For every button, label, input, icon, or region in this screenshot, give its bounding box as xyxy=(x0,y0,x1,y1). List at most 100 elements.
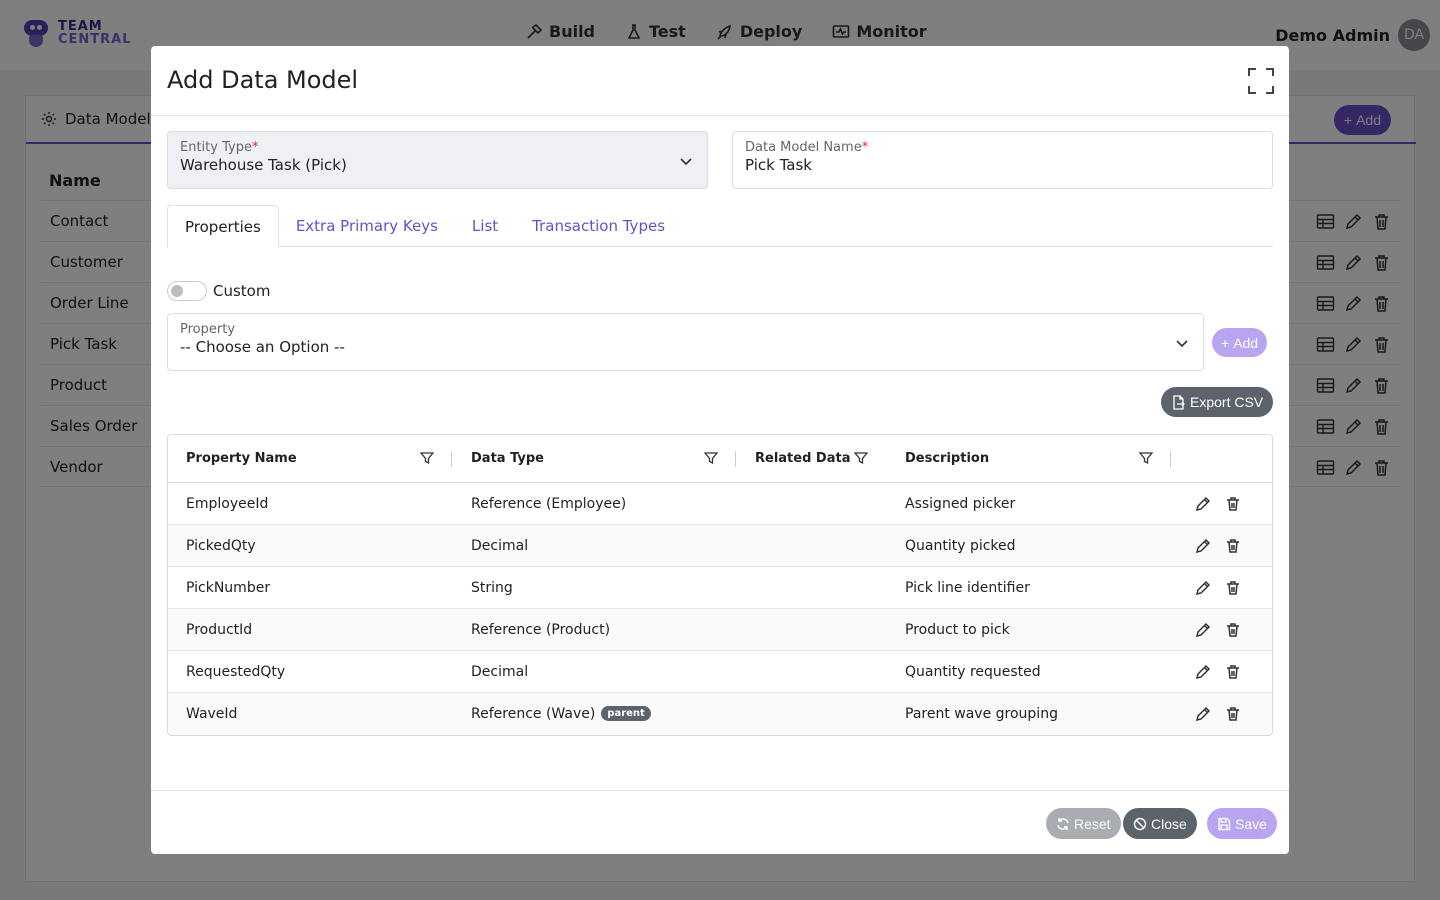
column-label: Data Type xyxy=(471,451,544,466)
property-name-value: RequestedQty xyxy=(186,663,286,680)
save-label: Save xyxy=(1235,815,1267,832)
property-name-value: WaveId xyxy=(186,705,238,722)
column-header-related-data[interactable]: Related Data xyxy=(755,435,850,482)
floppy-disk-icon xyxy=(1218,817,1231,830)
trash-icon[interactable] xyxy=(1225,496,1241,512)
row-actions xyxy=(1195,609,1241,650)
modal-header: Add Data Model xyxy=(151,46,1289,116)
export-csv-button[interactable]: Export CSV xyxy=(1161,387,1274,417)
pencil-icon[interactable] xyxy=(1195,664,1211,680)
entity-type-select[interactable]: Entity Type* Warehouse Task (Pick) xyxy=(167,131,708,189)
filter-icon[interactable] xyxy=(704,451,718,465)
cell-description: Product to pick xyxy=(905,609,1010,650)
property-name-value: ProductId xyxy=(186,621,253,638)
reset-button[interactable]: Reset xyxy=(1046,808,1121,839)
property-select[interactable]: Property -- Choose an Option -- xyxy=(167,313,1204,371)
table-row[interactable]: PickNumber String Pick line identifier xyxy=(168,567,1272,609)
tab-list[interactable]: List xyxy=(455,205,515,247)
cell-description: Parent wave grouping xyxy=(905,693,1058,734)
cell-data-type: String xyxy=(471,567,513,608)
custom-toggle-row: Custom xyxy=(167,281,270,301)
trash-icon[interactable] xyxy=(1225,580,1241,596)
expand-button[interactable] xyxy=(1247,68,1275,96)
data-model-name-value: Pick Task xyxy=(745,156,812,174)
table-row[interactable]: ProductId Reference (Product) Product to p… xyxy=(168,609,1272,651)
parent-badge: parent xyxy=(601,706,651,721)
table-row[interactable]: EmployeeId Reference (Employee) Assigned p… xyxy=(168,483,1272,525)
trash-icon[interactable] xyxy=(1225,664,1241,680)
chevron-down-icon xyxy=(1176,340,1188,348)
cell-property-name: PickNumber xyxy=(186,567,270,608)
trash-icon[interactable] xyxy=(1225,538,1241,554)
add-data-model-modal: Add Data Model Entity Type* Warehouse Ta… xyxy=(151,46,1289,854)
trash-icon[interactable] xyxy=(1225,706,1241,722)
description-value: Product to pick xyxy=(905,621,1010,638)
reset-label: Reset xyxy=(1074,815,1111,832)
filter-icon[interactable] xyxy=(420,451,434,465)
pencil-icon[interactable] xyxy=(1195,706,1211,722)
data-type-value: Reference (Wave) xyxy=(471,705,596,722)
description-value: Quantity picked xyxy=(905,537,1016,554)
close-button[interactable]: Close xyxy=(1123,808,1197,839)
data-type-value: Decimal xyxy=(471,663,529,680)
data-model-name-field[interactable]: Data Model Name* Pick Task xyxy=(732,131,1273,189)
cell-property-name: RequestedQty xyxy=(186,651,285,692)
tab-extra-primary-keys[interactable]: Extra Primary Keys xyxy=(279,205,455,247)
property-name-value: PickNumber xyxy=(186,579,271,596)
cell-property-name: EmployeeId xyxy=(186,483,268,524)
cell-data-type: Decimal xyxy=(471,651,528,692)
required-asterisk: * xyxy=(861,140,869,155)
column-label: Property Name xyxy=(186,451,297,466)
cell-data-type: Reference (Wave) parent xyxy=(471,693,651,734)
file-export-icon xyxy=(1173,394,1185,410)
column-header-description[interactable]: Description xyxy=(905,435,989,482)
column-divider[interactable] xyxy=(1170,451,1171,467)
row-actions xyxy=(1195,651,1241,692)
pencil-icon[interactable] xyxy=(1195,580,1211,596)
data-type-value: Reference (Product) xyxy=(471,621,611,638)
fullscreen-icon xyxy=(1248,68,1274,94)
save-button[interactable]: Save xyxy=(1207,808,1277,839)
description-value: Quantity requested xyxy=(905,663,1041,680)
description-value: Assigned picker xyxy=(905,495,1016,512)
cell-property-name: ProductId xyxy=(186,609,252,650)
row-actions xyxy=(1195,525,1241,566)
custom-toggle[interactable] xyxy=(167,281,207,301)
description-value: Pick line identifier xyxy=(905,579,1030,596)
data-model-name-label: Data Model Name xyxy=(745,140,862,155)
cell-data-type: Reference (Product) xyxy=(471,609,610,650)
cell-data-type: Reference (Employee) xyxy=(471,483,626,524)
add-property-button[interactable]: + Add xyxy=(1212,328,1268,357)
row-actions xyxy=(1195,483,1241,524)
row-actions xyxy=(1195,567,1241,608)
column-header-data-type[interactable]: Data Type xyxy=(471,435,544,482)
tab-transaction-types[interactable]: Transaction Types xyxy=(515,205,682,247)
add-property-label: Add xyxy=(1233,334,1259,351)
custom-toggle-label: Custom xyxy=(213,282,271,300)
pencil-icon[interactable] xyxy=(1195,496,1211,512)
cell-property-name: WaveId xyxy=(186,693,237,734)
table-row[interactable]: WaveId Reference (Wave) parent Parent wave … xyxy=(168,693,1272,735)
pencil-icon[interactable] xyxy=(1195,622,1211,638)
data-type-value: Reference (Employee) xyxy=(471,495,627,512)
column-divider[interactable] xyxy=(451,451,452,467)
property-label: Property xyxy=(180,322,236,337)
filter-icon[interactable] xyxy=(1139,451,1153,465)
table-row[interactable]: PickedQty Decimal Quantity picked xyxy=(168,525,1272,567)
data-type-value: String xyxy=(471,579,513,596)
column-label: Description xyxy=(905,451,990,466)
property-name-value: EmployeeId xyxy=(186,495,269,512)
property-name-value: PickedQty xyxy=(186,537,256,554)
entity-type-value: Warehouse Task (Pick) xyxy=(180,156,347,174)
grid-body: EmployeeId Reference (Employee) Assigned p… xyxy=(168,483,1272,735)
tab-properties[interactable]: Properties xyxy=(167,205,279,248)
filter-icon[interactable] xyxy=(854,451,868,465)
column-header-property-name[interactable]: Property Name xyxy=(186,435,297,482)
trash-icon[interactable] xyxy=(1225,622,1241,638)
table-row[interactable]: RequestedQty Decimal Quantity requested xyxy=(168,651,1272,693)
refresh-icon xyxy=(1057,817,1069,830)
close-label: Close xyxy=(1151,815,1187,832)
pencil-icon[interactable] xyxy=(1195,538,1211,554)
column-divider[interactable] xyxy=(735,451,736,467)
required-asterisk: * xyxy=(251,140,259,155)
